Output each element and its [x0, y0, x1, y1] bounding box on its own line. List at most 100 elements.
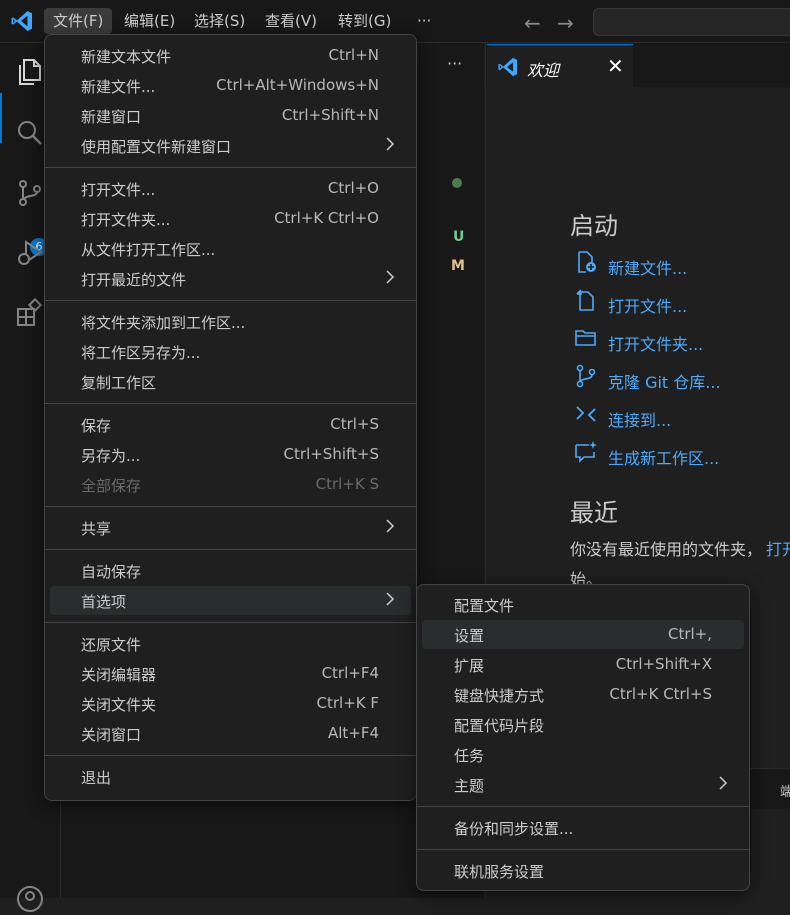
untracked-badge: U: [453, 229, 465, 245]
menu-item-label: 关闭编辑器: [81, 666, 157, 684]
menu-item-shortcut: Ctrl+K F: [316, 694, 380, 712]
file-menu-item[interactable]: 使用配置文件新建窗口: [50, 131, 411, 160]
file-menu-item[interactable]: 自动保存: [50, 556, 411, 585]
file-menu-item[interactable]: 从文件打开工作区...: [50, 234, 411, 263]
file-menu-item[interactable]: 另存为... Ctrl+Shift+S: [50, 440, 411, 469]
connect-to-link[interactable]: 连接到...: [608, 407, 671, 431]
menu-item-label: 新建窗口: [81, 108, 142, 126]
open-folder-recent-link[interactable]: 打开: [766, 536, 790, 560]
preferences-item[interactable]: 设置 Ctrl+,: [422, 620, 744, 649]
preferences-item[interactable]: 配置代码片段: [422, 710, 744, 739]
preferences-item[interactable]: 键盘快捷方式 Ctrl+K Ctrl+S: [422, 680, 744, 709]
explorer-icon[interactable]: [14, 56, 46, 88]
menu-item-label: 全部保存: [81, 477, 142, 495]
file-menu-item[interactable]: 还原文件: [50, 629, 411, 658]
tab-label: 欢迎: [527, 61, 560, 80]
file-menu-item[interactable]: 打开文件夹... Ctrl+K Ctrl+O: [50, 204, 411, 233]
menu-item-label: 保存: [81, 417, 112, 435]
file-menu-item[interactable]: 新建文件... Ctrl+Alt+Windows+N: [50, 71, 411, 100]
account-icon[interactable]: [14, 883, 46, 915]
menu-edit[interactable]: 编辑(E): [115, 8, 184, 34]
new-file-icon: [578, 251, 596, 273]
preferences-submenu: 配置文件 设置 Ctrl+, 扩展 Ctrl+Shift+X 键盘快捷方式 Ctrl+K C…: [416, 584, 750, 891]
file-menu-item[interactable]: 退出: [50, 762, 411, 791]
file-menu-item[interactable]: 关闭窗口 Alt+F4: [50, 719, 411, 748]
extensions-icon[interactable]: [14, 297, 46, 329]
file-menu-item[interactable]: 共享: [50, 513, 411, 542]
git-branch-icon: [576, 364, 596, 388]
menu-separator: [45, 506, 416, 507]
menu-item-label: 联机服务设置: [454, 863, 545, 881]
new-file-link[interactable]: 新建文件...: [608, 255, 687, 279]
recent-heading: 最近: [570, 499, 618, 527]
close-icon[interactable]: ✕: [607, 54, 624, 78]
preferences-item[interactable]: 任务: [422, 740, 744, 769]
menu-separator: [417, 849, 749, 850]
panel-tab-label[interactable]: 端: [780, 781, 790, 800]
tab-welcome[interactable]: 欢迎 ✕: [487, 44, 633, 89]
file-menu-item[interactable]: 将工作区另存为...: [50, 337, 411, 366]
menu-item-shortcut: Ctrl+N: [328, 46, 379, 64]
menu-file[interactable]: 文件(F): [44, 8, 113, 34]
open-file-link[interactable]: 打开文件...: [608, 293, 687, 317]
forward-arrow-icon[interactable]: →: [557, 11, 574, 35]
command-center-search[interactable]: [593, 8, 790, 36]
file-menu-item[interactable]: 关闭文件夹 Ctrl+K F: [50, 689, 411, 718]
menu-item-label: 主题: [454, 777, 485, 795]
chevron-right-icon: [384, 134, 396, 154]
menu-item-shortcut: Ctrl+Shift+S: [283, 445, 379, 463]
menu-item-label: 将文件夹添加到工作区...: [81, 314, 246, 332]
file-menu-item[interactable]: 将文件夹添加到工作区...: [50, 307, 411, 336]
file-menu: 新建文本文件 Ctrl+N 新建文件... Ctrl+Alt+Windows+N 新建窗…: [44, 34, 417, 801]
menu-item-label: 另存为...: [81, 447, 141, 465]
menu-separator: [45, 300, 416, 301]
vscode-logo-icon: [11, 11, 32, 31]
search-icon[interactable]: [14, 117, 46, 149]
file-menu-item[interactable]: 首选项: [50, 586, 411, 615]
sidebar-more-button[interactable]: ···: [447, 54, 462, 73]
menu-item-label: 打开文件夹...: [81, 211, 171, 229]
source-control-icon[interactable]: [14, 177, 46, 209]
menu-separator: [45, 167, 416, 168]
file-menu-item[interactable]: 新建窗口 Ctrl+Shift+N: [50, 101, 411, 130]
menu-item-shortcut: Ctrl+S: [330, 415, 379, 433]
menu-item-shortcut: Ctrl+K Ctrl+O: [274, 209, 379, 227]
menu-separator: [45, 755, 416, 756]
clone-git-link[interactable]: 克隆 Git 仓库...: [608, 369, 721, 393]
active-indicator: [0, 93, 2, 143]
menu-item-label: 退出: [81, 769, 112, 787]
preferences-item[interactable]: 配置文件: [422, 590, 744, 619]
run-debug-icon[interactable]: [14, 237, 46, 269]
open-folder-link[interactable]: 打开文件夹...: [608, 331, 703, 355]
menu-item-label: 配置代码片段: [454, 717, 545, 735]
preferences-item[interactable]: 扩展 Ctrl+Shift+X: [422, 650, 744, 679]
menu-go[interactable]: 转到(G): [329, 8, 400, 34]
file-menu-item[interactable]: 新建文本文件 Ctrl+N: [50, 41, 411, 70]
menu-item-label: 从文件打开工作区...: [81, 241, 216, 259]
remote-icon: [576, 406, 596, 422]
file-menu-item[interactable]: 打开文件... Ctrl+O: [50, 174, 411, 203]
start-heading: 启动: [570, 212, 618, 240]
file-menu-item[interactable]: 复制工作区: [50, 367, 411, 396]
preferences-item[interactable]: 联机服务设置: [422, 856, 744, 885]
menu-more[interactable]: ···: [408, 8, 440, 34]
menu-item-label: 将工作区另存为...: [81, 344, 201, 362]
menu-item-label: 还原文件: [81, 636, 142, 654]
back-arrow-icon[interactable]: ←: [524, 11, 541, 35]
menu-item-label: 共享: [81, 520, 112, 538]
menu-selection[interactable]: 选择(S): [185, 8, 254, 34]
menu-view[interactable]: 查看(V): [256, 8, 326, 34]
preferences-item[interactable]: 备份和同步设置...: [422, 813, 744, 842]
folder-icon: [575, 330, 596, 346]
file-menu-item[interactable]: 打开最近的文件: [50, 264, 411, 293]
menu-item-label: 任务: [454, 747, 485, 765]
menu-item-shortcut: Ctrl+,: [667, 625, 712, 643]
file-menu-item[interactable]: 保存 Ctrl+S: [50, 410, 411, 439]
recent-empty-text: 你没有最近使用的文件夹，: [570, 540, 763, 559]
file-menu-item[interactable]: 关闭编辑器 Ctrl+F4: [50, 659, 411, 688]
menu-item-label: 打开文件...: [81, 181, 156, 199]
preferences-item[interactable]: 主题: [422, 770, 744, 799]
generate-workspace-link[interactable]: 生成新工作区...: [608, 445, 719, 469]
menu-item-shortcut: Ctrl+K S: [315, 475, 379, 493]
chat-sparkle-icon: [575, 441, 597, 463]
